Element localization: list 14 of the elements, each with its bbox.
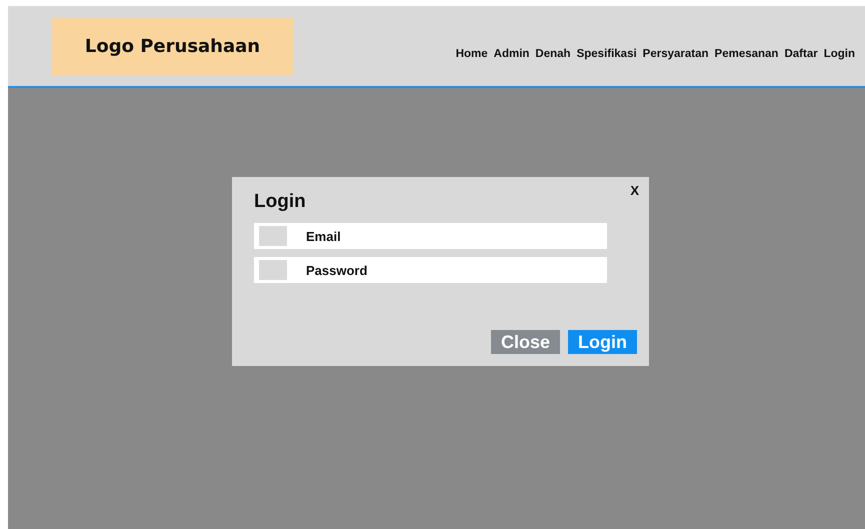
field-icon [259,260,287,280]
nav-link[interactable]: Denah [535,48,571,60]
nav-link[interactable]: Pemesanan [714,48,778,60]
logo: Logo Perusahaan [52,18,293,74]
field-icon [259,226,287,246]
nav-link[interactable]: Spesifikasi [576,48,637,60]
nav-link[interactable]: Daftar [784,48,818,60]
nav-link[interactable]: Login [824,48,855,60]
input-field[interactable]: Email [254,223,607,249]
nav-link[interactable]: Admin [494,48,530,60]
nav-link[interactable]: Persyaratan [642,48,709,60]
nav-link[interactable]: Home [456,48,488,60]
dialog-title: Login [254,191,306,213]
input-field[interactable]: Password [254,257,607,283]
